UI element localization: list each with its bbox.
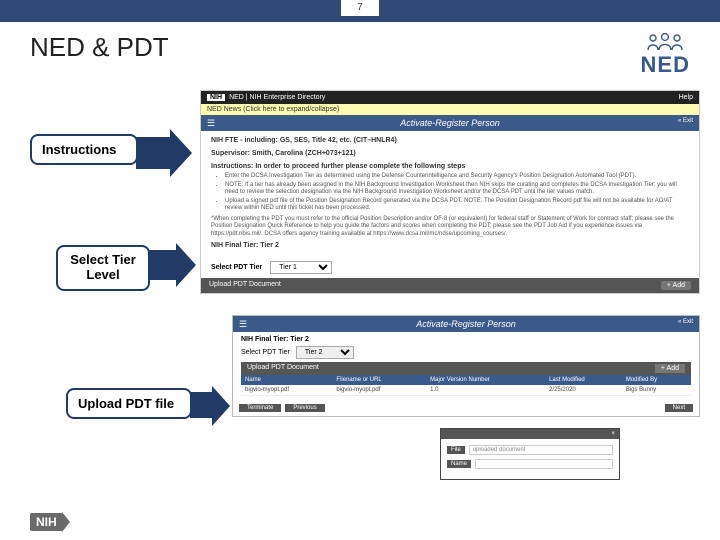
arrow-stem bbox=[136, 137, 172, 169]
ned-screenshot-1: NIH NED | NIH Enterprise Directory Help … bbox=[200, 90, 700, 294]
table-row[interactable]: bigvio-myopt.pdf bigvio-myopt.pdf 1.0 2/… bbox=[241, 385, 691, 396]
instructions-list: Enter the DCSA Investigation Tier as det… bbox=[225, 173, 689, 213]
terminate-button[interactable]: Terminate bbox=[239, 404, 281, 412]
upload-bar: Upload PDT Document + Add bbox=[241, 362, 691, 375]
title-row: NED & PDT NED bbox=[0, 22, 720, 82]
nih-tag: NIH bbox=[207, 94, 225, 101]
list-item: NOTE: If a tier has already been assigne… bbox=[225, 182, 689, 197]
upload-label: Upload PDT Document bbox=[247, 364, 319, 373]
list-item: Upload a signed pdf file of the Position… bbox=[225, 198, 689, 213]
tier-select-label: Select PDT Tier bbox=[211, 264, 262, 271]
footnote: *When completing the PDT you must refer … bbox=[211, 216, 689, 239]
top-stripe: 7 bbox=[0, 0, 720, 22]
col-modified[interactable]: Last Modified bbox=[545, 375, 622, 385]
banner-title: Activate-Register Person bbox=[400, 118, 500, 128]
arrow-icon bbox=[170, 129, 192, 177]
tier-select-label: Select PDT Tier bbox=[241, 349, 290, 356]
tier-select[interactable]: Tier 2 bbox=[296, 346, 354, 359]
cell-modifiedby: Bigs Bunny bbox=[622, 385, 691, 396]
arrow-icon bbox=[212, 386, 230, 426]
tier-select[interactable]: Tier 1 bbox=[270, 261, 332, 274]
final-tier-value: Tier 2 bbox=[260, 242, 279, 249]
upload-modal: × File Name bbox=[440, 428, 620, 480]
body: NIH Final Tier: Tier 2 Select PDT Tier T… bbox=[233, 332, 699, 400]
people-icon bbox=[643, 32, 687, 52]
exit-link[interactable]: « Exit bbox=[678, 118, 693, 124]
tier-select-row: Select PDT Tier Tier 1 bbox=[201, 257, 699, 278]
fte-line: NIH FTE - including: GS, SES, Title 42, … bbox=[211, 137, 397, 144]
callout-upload-pdt: Upload PDT file bbox=[66, 388, 192, 419]
nih-footer-badge: NIH bbox=[30, 512, 70, 532]
nih-text: NIH bbox=[30, 513, 63, 531]
arrow-right-icon bbox=[62, 512, 70, 532]
file-button[interactable]: File bbox=[447, 446, 465, 454]
col-name[interactable]: Name bbox=[241, 375, 332, 385]
previous-button[interactable]: Previous bbox=[285, 404, 324, 412]
hamburger-icon[interactable]: ☰ bbox=[207, 118, 215, 129]
cell-filename: bigvio-myopt.pdf bbox=[332, 385, 426, 396]
logo-text: NED bbox=[641, 52, 690, 78]
add-button[interactable]: + Add bbox=[655, 364, 685, 373]
ned-header-title: NED | NIH Enterprise Directory bbox=[229, 94, 325, 101]
footer-buttons: Terminate Previous Next bbox=[233, 400, 699, 416]
add-button[interactable]: + Add bbox=[661, 281, 691, 290]
file-input[interactable] bbox=[469, 445, 613, 455]
name-input[interactable] bbox=[475, 459, 613, 469]
arrow-stem bbox=[190, 392, 214, 418]
col-modifiedby[interactable]: Modified By bbox=[622, 375, 691, 385]
cell-name: bigvio-myopt.pdf bbox=[241, 385, 332, 396]
upload-label: Upload PDT Document bbox=[209, 281, 281, 290]
instructions-header: Instructions: In order to proceed furthe… bbox=[211, 163, 689, 172]
ned-screenshot-2: ☰ Activate-Register Person « Exit NIH Fi… bbox=[232, 315, 700, 417]
next-button[interactable]: Next bbox=[665, 404, 693, 412]
ned-news-bar[interactable]: NED News (Click here to expand/collapse) bbox=[201, 104, 699, 115]
cell-version: 1.0 bbox=[426, 385, 545, 396]
modal-header: × bbox=[441, 429, 619, 439]
page-title: NED & PDT bbox=[30, 32, 169, 63]
final-tier-value: Tier 2 bbox=[290, 336, 309, 343]
arrow-icon bbox=[176, 243, 196, 287]
callout-select-tier: Select Tier Level bbox=[56, 245, 150, 291]
banner-title: Activate-Register Person bbox=[416, 319, 516, 329]
name-button[interactable]: Name bbox=[447, 460, 471, 468]
help-link[interactable]: Help bbox=[679, 94, 693, 101]
cell-modified: 2/25/2020 bbox=[545, 385, 622, 396]
arrow-stem bbox=[148, 250, 178, 280]
list-item: Enter the DCSA Investigation Tier as det… bbox=[225, 173, 689, 181]
documents-table: Name Filename or URL Major Version Numbe… bbox=[241, 375, 691, 396]
final-tier-label: NIH Final Tier: bbox=[211, 242, 258, 249]
callout-instructions: Instructions bbox=[30, 134, 138, 165]
upload-bar: Upload PDT Document + Add bbox=[201, 278, 699, 293]
tier-select-row: Select PDT Tier Tier 2 bbox=[241, 346, 691, 359]
hamburger-icon[interactable]: ☰ bbox=[239, 319, 247, 330]
col-version[interactable]: Major Version Number bbox=[426, 375, 545, 385]
modal-body: File Name bbox=[441, 439, 619, 479]
exit-link[interactable]: « Exit bbox=[678, 319, 693, 325]
page-number: 7 bbox=[341, 0, 379, 16]
supervisor-line: Supervisor: Smith, Carolina (ZCH+073+121… bbox=[211, 150, 356, 157]
col-filename[interactable]: Filename or URL bbox=[332, 375, 426, 385]
ned-logo: NED bbox=[641, 32, 690, 78]
close-icon[interactable]: × bbox=[611, 431, 615, 437]
final-tier-label: NIH Final Tier: bbox=[241, 336, 288, 343]
ned-body: NIH FTE - including: GS, SES, Title 42, … bbox=[201, 131, 699, 257]
ned-banner: ☰ Activate-Register Person « Exit bbox=[201, 115, 699, 131]
ned-banner: ☰ Activate-Register Person « Exit bbox=[233, 316, 699, 332]
ned-header-bar: NIH NED | NIH Enterprise Directory Help bbox=[201, 91, 699, 104]
